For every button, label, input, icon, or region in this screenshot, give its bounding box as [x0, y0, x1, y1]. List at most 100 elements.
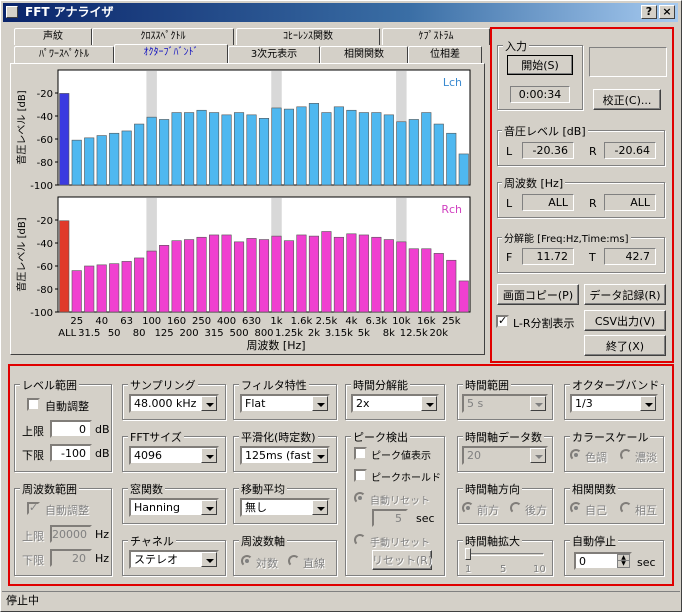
chevron-down-icon[interactable] [312, 396, 328, 411]
bar-rch-1 [71, 270, 82, 313]
time-zoom-slider-track[interactable] [466, 553, 544, 556]
xtick-top: 2.5k [316, 316, 338, 327]
bar-rch-4 [109, 263, 120, 313]
bar-rch-27 [396, 241, 407, 313]
tab-4-row2[interactable]: 相関関数 [320, 46, 408, 63]
ytick-label: -20 [37, 89, 53, 100]
auto-reset-radio[interactable] [354, 492, 366, 504]
xtick-bottom: 800 [254, 328, 273, 339]
chevron-down-icon[interactable] [640, 396, 656, 411]
time-res-title: 時間分解能 [351, 377, 410, 393]
level-auto-checkbox[interactable] [27, 398, 40, 411]
close-button[interactable]: × [659, 5, 675, 19]
level-lower-input[interactable]: -100 [50, 444, 92, 462]
calibrate-button[interactable]: 校正(C)... [593, 89, 661, 110]
auto-stop-spinner[interactable]: ▲ ▼ [617, 554, 630, 568]
octave-select[interactable]: 1/3 [570, 394, 658, 413]
auto-reset-input[interactable]: 5 [372, 509, 408, 527]
auto-reset-unit: sec [416, 512, 435, 525]
bar-lch-9 [171, 112, 182, 186]
time-zoom-title: 時間軸拡大 [463, 533, 522, 549]
res-t-value: 42.7 [604, 248, 656, 265]
bar-rch-13 [221, 234, 232, 313]
corr-mutual-radio[interactable] [620, 502, 632, 514]
x-axis-label: 周波数 [Hz] [246, 339, 305, 352]
lr-split-label: L-R分割表示 [513, 317, 575, 330]
csv-export-button[interactable]: CSV出力(V) [584, 310, 666, 331]
tab-5-row2[interactable]: 位相差 [408, 46, 482, 63]
chevron-down-icon[interactable] [530, 396, 546, 411]
tab-1-row1[interactable]: 声紋 [14, 28, 92, 45]
res-t-label: T [589, 251, 596, 264]
lr-split-checkbox[interactable] [496, 314, 509, 328]
sampling-select[interactable]: 48.000 kHz [129, 394, 219, 413]
chevron-down-icon[interactable] [312, 500, 328, 515]
xtick-top: 10k [392, 316, 411, 327]
time-res-select[interactable]: 2x [351, 394, 439, 413]
filter-select[interactable]: Flat [240, 394, 330, 413]
bar-lch-19 [296, 106, 307, 186]
tab-3-row1[interactable]: ｺﾋｰﾚﾝｽ関数 [236, 28, 380, 45]
data-record-button[interactable]: データ記録(R) [584, 284, 666, 305]
bar-lch-15 [246, 114, 257, 186]
time-data-count-select[interactable]: 20 [462, 446, 548, 465]
channel-label: Lch [443, 76, 462, 89]
chevron-down-icon[interactable] [421, 396, 437, 411]
time-zoom-slider-thumb[interactable] [465, 548, 471, 560]
exit-button[interactable]: 終了(X) [584, 335, 666, 356]
reset-button[interactable]: リセット(R) [372, 550, 432, 570]
fft-size-select[interactable]: 4096 [129, 446, 219, 465]
chevron-down-icon[interactable] [530, 448, 546, 463]
freq-axis-linear-label: 直線 [303, 557, 325, 570]
time-dir-fwd-radio[interactable] [462, 502, 474, 514]
manual-reset-radio[interactable] [354, 534, 366, 546]
tab-1-row2[interactable]: ﾊﾟﾜｰｽﾍﾟｸﾄﾙ [14, 46, 114, 63]
chevron-down-icon[interactable] [201, 448, 217, 463]
screen-copy-button[interactable]: 画面コピー(P) [497, 284, 579, 305]
freq-lower-input[interactable]: 20 [50, 549, 92, 567]
freq-axis-log-radio[interactable] [241, 555, 253, 567]
freq-axis-linear-radio[interactable] [288, 555, 300, 567]
spin-down-icon[interactable]: ▼ [618, 561, 629, 567]
tab-2-row1[interactable]: ｸﾛｽｽﾍﾟｸﾄﾙ [92, 28, 234, 45]
moving-avg-select[interactable]: 無し [240, 498, 330, 517]
freq-auto-checkbox[interactable] [27, 501, 40, 515]
peak-show-label: ピーク値表示 [371, 451, 431, 462]
time-range-select[interactable]: 5 s [462, 394, 548, 413]
chevron-down-icon[interactable] [201, 396, 217, 411]
chevron-down-icon[interactable] [201, 500, 217, 515]
window-fn-select[interactable]: Hanning [129, 498, 219, 517]
bar-lch-3 [96, 135, 107, 186]
chevron-down-icon[interactable] [312, 448, 328, 463]
level-auto-label: 自動調整 [45, 400, 89, 413]
time-dir-back-radio[interactable] [510, 502, 522, 514]
bar-rch-16 [258, 239, 270, 313]
color-scale-color-radio[interactable] [570, 449, 582, 461]
level-upper-input[interactable]: 0 [50, 420, 92, 438]
manual-reset-label: 手動リセット [370, 538, 430, 549]
bar-rch-6 [134, 257, 145, 313]
tab-2-row2[interactable]: ｵｸﾀｰﾌﾞﾊﾞﾝﾄﾞ [114, 44, 228, 63]
color-scale-shade-radio[interactable] [620, 449, 632, 461]
channel-title: チャネル [128, 533, 176, 549]
status-text: 停止中 [6, 594, 39, 607]
window-fn-value: Hanning [134, 501, 180, 514]
help-button[interactable]: ? [641, 5, 657, 19]
peak-show-checkbox[interactable] [354, 447, 367, 460]
smoothing-select[interactable]: 125ms (fast) [240, 446, 330, 465]
channel-select[interactable]: ステレオ [129, 550, 219, 569]
ytick-label: -40 [37, 112, 53, 123]
xtick-top: 63 [120, 316, 133, 327]
input-indicator [589, 47, 667, 77]
ytick-label: -40 [37, 239, 53, 250]
corr-self-radio[interactable] [570, 502, 582, 514]
start-button[interactable]: 開始(S) [507, 55, 573, 75]
freq-upper-input[interactable]: 20000 [50, 525, 92, 543]
tab-3-row2[interactable]: 3次元表示 [228, 46, 320, 63]
peak-hold-checkbox[interactable] [354, 469, 367, 482]
freq-l-label: L [506, 197, 513, 210]
bar-lch-8 [159, 119, 170, 186]
chevron-down-icon[interactable] [201, 552, 217, 567]
tab-4-row1[interactable]: ｹﾌﾟｽﾄﾗﾑ [382, 28, 490, 45]
smoothing-value: 125ms (fast) [245, 449, 316, 462]
